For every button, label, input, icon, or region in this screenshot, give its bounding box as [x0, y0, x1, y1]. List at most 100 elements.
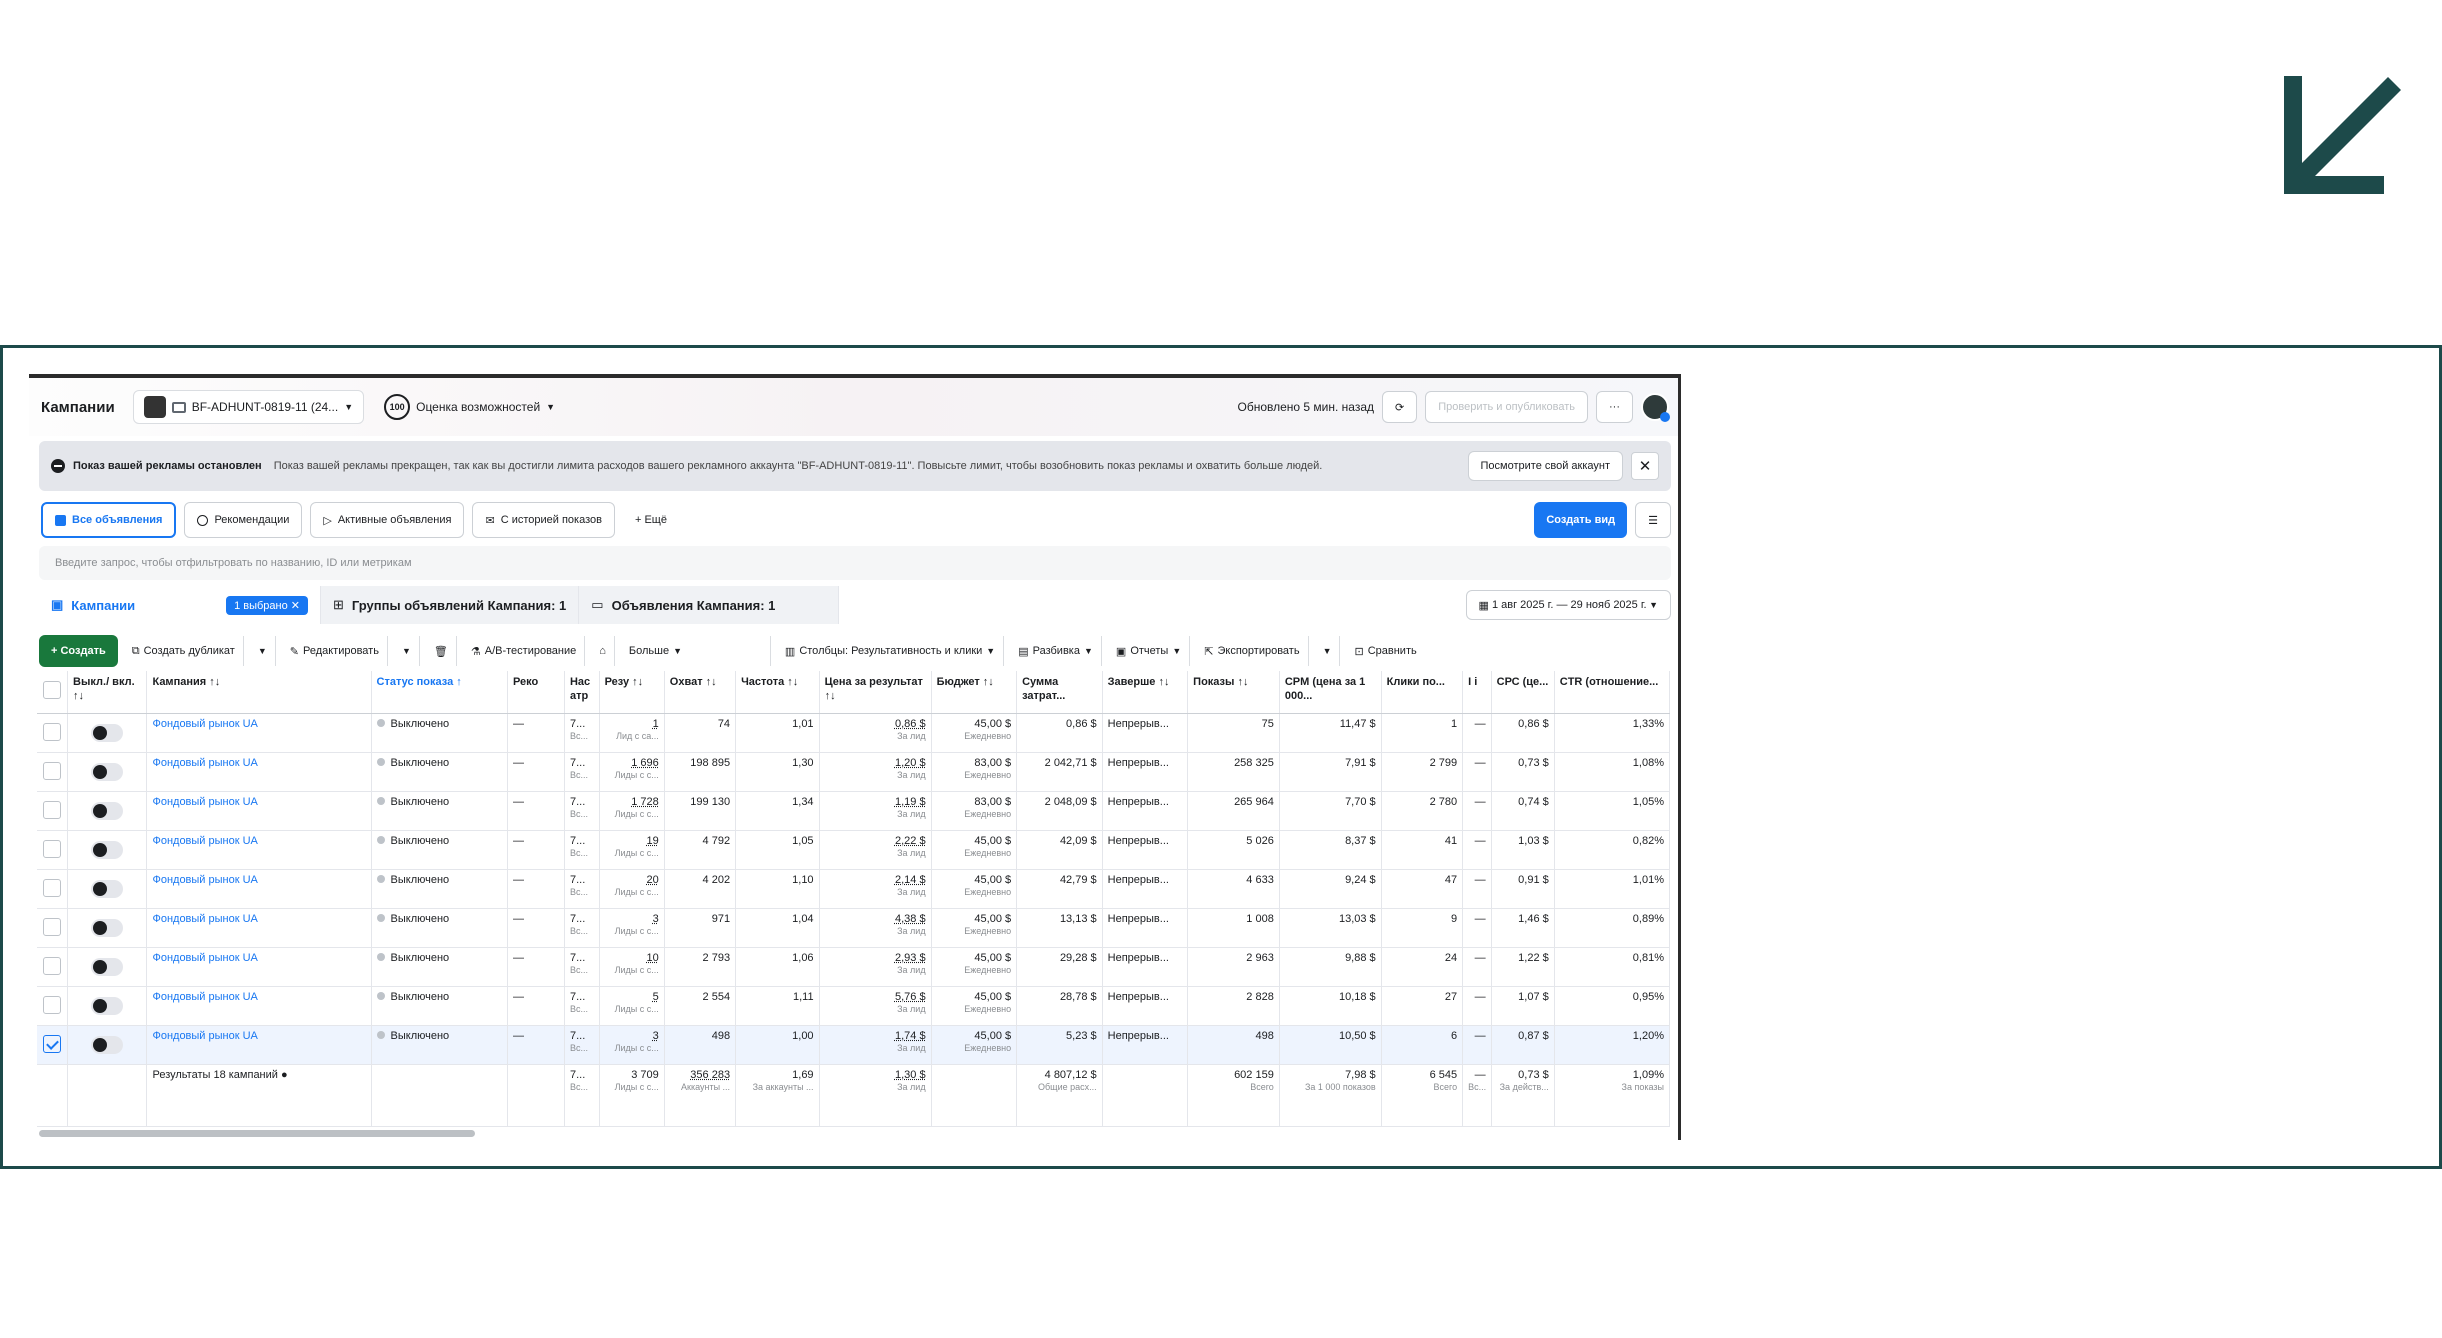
- row-checkbox[interactable]: [43, 878, 62, 897]
- row-checkbox[interactable]: [43, 1034, 62, 1053]
- compare-button[interactable]: ⊡ Сравнить: [1346, 636, 1424, 666]
- duplicate-button[interactable]: ⧉ Создать дубликат: [124, 636, 244, 666]
- tab-campaigns[interactable]: ▣ Кампании 1 выбрано ✕: [39, 586, 321, 624]
- table-row[interactable]: Фондовый рынок UA Выключено —7... Вс... 10 Ли…: [37, 947, 1671, 987]
- breakdown-button[interactable]: ▤ Разбивка ▼: [1010, 636, 1102, 666]
- view-account-button[interactable]: Посмотрите свой аккаунт: [1467, 451, 1623, 481]
- tab-recommendations[interactable]: Рекомендации: [184, 502, 303, 538]
- column-header[interactable]: Сумма затрат...: [1016, 671, 1103, 714]
- toggle-cell[interactable]: [67, 830, 148, 870]
- on-off-toggle[interactable]: [91, 918, 124, 937]
- selected-chip[interactable]: 1 выбрано ✕: [226, 595, 308, 615]
- column-header[interactable]: Кампания ↑↓: [146, 671, 372, 714]
- account-selector[interactable]: BF-ADHUNT-0819-11 (24... ▼: [132, 390, 365, 424]
- column-header[interactable]: Клики по...: [1381, 671, 1464, 714]
- column-header[interactable]: CPM (цена за 1 000...: [1279, 671, 1382, 714]
- column-header[interactable]: Нас атр: [564, 671, 600, 714]
- row-checkbox-cell[interactable]: [37, 713, 69, 753]
- duplicate-dropdown[interactable]: ▼: [250, 636, 276, 666]
- tab-adsets[interactable]: ⊞ Группы объявлений Кампания: 1: [321, 586, 580, 624]
- row-checkbox-cell[interactable]: [37, 869, 69, 909]
- horizontal-scrollbar[interactable]: [39, 1130, 475, 1137]
- column-header[interactable]: Реко: [507, 671, 565, 714]
- toggle-cell[interactable]: [67, 908, 148, 948]
- edit-dropdown[interactable]: ▼: [394, 636, 420, 666]
- campaign-link[interactable]: Фондовый рынок UA: [152, 835, 257, 847]
- row-checkbox-cell[interactable]: [37, 791, 69, 831]
- checkbox[interactable]: [43, 681, 62, 699]
- toggle-cell[interactable]: [67, 713, 148, 753]
- row-checkbox-cell[interactable]: [37, 908, 69, 948]
- table-row[interactable]: Фондовый рынок UA Выключено —7... Вс... 1 Лид…: [37, 713, 1671, 753]
- on-off-toggle[interactable]: [91, 801, 124, 820]
- on-off-toggle[interactable]: [91, 840, 124, 859]
- delete-button[interactable]: 🗑: [426, 636, 457, 666]
- create-view-button[interactable]: Создать вид: [1534, 502, 1628, 538]
- campaign-link[interactable]: Фондовый рынок UA: [152, 874, 257, 886]
- table-row[interactable]: Фондовый рынок UA Выключено —7... Вс... 3 Лид…: [37, 908, 1671, 948]
- row-checkbox[interactable]: [43, 956, 62, 975]
- opportunity-score[interactable]: 100 Оценка возможностей ▼: [384, 394, 555, 420]
- campaign-link[interactable]: Фондовый рынок UA: [152, 757, 257, 769]
- row-checkbox[interactable]: [43, 800, 62, 819]
- row-checkbox[interactable]: [43, 995, 62, 1014]
- on-off-toggle[interactable]: [91, 762, 124, 781]
- toggle-cell[interactable]: [67, 869, 148, 909]
- row-checkbox[interactable]: [43, 761, 62, 780]
- row-checkbox-cell[interactable]: [37, 752, 69, 792]
- campaign-link[interactable]: Фондовый рынок UA: [152, 913, 257, 925]
- table-row[interactable]: Фондовый рынок UA Выключено —7... Вс... 1 72…: [37, 791, 1671, 831]
- table-row[interactable]: Фондовый рынок UA Выключено —7... Вс... 20 Ли…: [37, 869, 1671, 909]
- column-header[interactable]: Заверше ↑↓: [1102, 671, 1189, 714]
- row-checkbox-cell[interactable]: [37, 1025, 69, 1065]
- campaign-link[interactable]: Фондовый рынок UA: [152, 952, 257, 964]
- on-off-toggle[interactable]: [91, 996, 124, 1015]
- toggle-cell[interactable]: [67, 1025, 148, 1065]
- ab-test-button[interactable]: ⚗ A/B-тестирование: [463, 636, 586, 666]
- toggle-cell[interactable]: [67, 752, 148, 792]
- tab-more[interactable]: + Ещё: [622, 502, 679, 538]
- column-header[interactable]: Статус показа ↑: [371, 671, 508, 714]
- tab-active-ads[interactable]: ▷ Активные объявления: [310, 502, 465, 538]
- column-header[interactable]: Показы ↑↓: [1187, 671, 1280, 714]
- refresh-button[interactable]: ⟳: [1382, 391, 1418, 423]
- column-header[interactable]: CTR (отношение...: [1554, 671, 1671, 714]
- filter-settings-icon[interactable]: ☰: [1635, 502, 1671, 538]
- row-checkbox-cell[interactable]: [37, 986, 69, 1026]
- column-header[interactable]: Охват ↑↓: [664, 671, 737, 714]
- column-header[interactable]: Частота ↑↓: [735, 671, 820, 714]
- date-range-picker[interactable]: ▦ 1 авг 2025 г. — 29 нояб 2025 г. ▼: [1465, 590, 1671, 620]
- close-icon[interactable]: ✕: [1631, 452, 1659, 480]
- toggle-cell[interactable]: [67, 947, 148, 987]
- export-button[interactable]: ⇱ Экспортировать: [1196, 636, 1309, 666]
- tab-all-ads[interactable]: Все объявления: [41, 502, 177, 538]
- tab-ads[interactable]: ▭ Объявления Кампания: 1: [579, 586, 840, 624]
- tag-button[interactable]: ⌂: [591, 636, 615, 666]
- create-button[interactable]: + Создать: [39, 635, 118, 667]
- campaign-link[interactable]: Фондовый рынок UA: [152, 1030, 257, 1042]
- row-checkbox[interactable]: [43, 917, 62, 936]
- info-icon[interactable]: ●: [278, 1069, 288, 1081]
- column-header[interactable]: Цена за результат ↑↓: [819, 671, 932, 714]
- more-actions-button[interactable]: Больше ▼: [621, 636, 771, 666]
- column-header[interactable]: СРС (це...: [1491, 671, 1555, 714]
- publish-button[interactable]: Проверить и опубликовать: [1425, 391, 1588, 423]
- on-off-toggle[interactable]: [91, 957, 124, 976]
- search-input[interactable]: Введите запрос, чтобы отфильтровать по н…: [39, 546, 1671, 580]
- campaign-link[interactable]: Фондовый рынок UA: [152, 796, 257, 808]
- more-button[interactable]: ···: [1596, 391, 1633, 423]
- row-checkbox-cell[interactable]: [37, 830, 69, 870]
- row-checkbox[interactable]: [43, 839, 62, 858]
- export-dropdown[interactable]: ▼: [1315, 636, 1341, 666]
- on-off-toggle[interactable]: [91, 879, 124, 898]
- select-all-checkbox[interactable]: [37, 671, 69, 714]
- table-row[interactable]: Фондовый рынок UA Выключено —7... Вс... 1 69…: [37, 752, 1671, 792]
- on-off-toggle[interactable]: [91, 723, 124, 742]
- row-checkbox-cell[interactable]: [37, 947, 69, 987]
- column-header[interactable]: Выкл./ вкл. ↑↓: [67, 671, 148, 714]
- on-off-toggle[interactable]: [91, 1035, 124, 1054]
- campaign-link[interactable]: Фондовый рынок UA: [152, 991, 257, 1003]
- reports-button[interactable]: ▣ Отчеты ▼: [1108, 636, 1191, 666]
- column-header[interactable]: Резу ↑↓: [599, 671, 665, 714]
- table-row[interactable]: Фондовый рынок UA Выключено —7... Вс... 5 Лид…: [37, 986, 1671, 1026]
